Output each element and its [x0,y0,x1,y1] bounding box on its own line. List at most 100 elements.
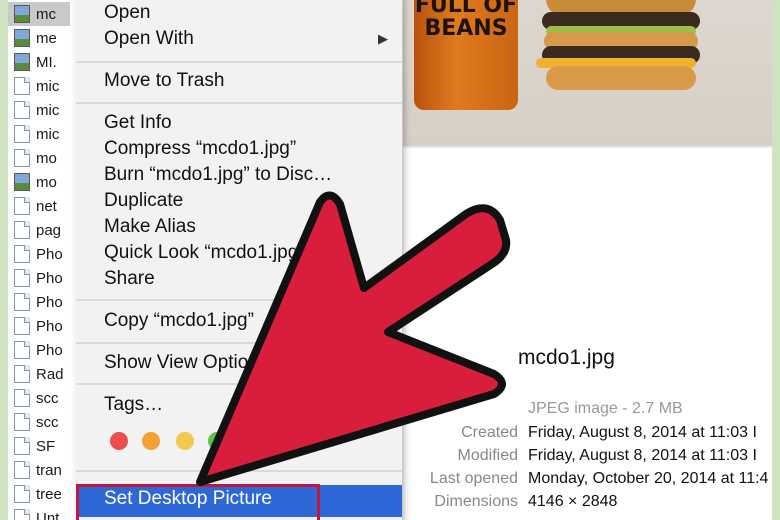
file-list-item[interactable]: Pho [8,314,70,338]
menu-item-compress[interactable]: Compress “mcdo1.jpg” [76,136,402,162]
file-list-item[interactable]: Pho [8,266,70,290]
metadata-value: Monday, October 20, 2014 at 11:4 [528,470,769,487]
file-list-item[interactable]: me [8,26,70,50]
file-list-item[interactable]: scc [8,410,70,434]
menu-separator [76,61,402,63]
file-list: mc me MI. mic mic mic mo mo net pag Pho Pho Pho Pho Ph… [8,0,70,520]
context-menu: Open Open With ▶ Move to Trash Get Info C… [76,0,403,520]
menu-item-label: Tags… [104,394,164,415]
tag-yellow-dot[interactable] [176,432,194,450]
file-list-item[interactable]: tran [8,458,70,482]
menu-item-show-view-options[interactable]: Show View Options [76,350,402,376]
file-list-item[interactable]: scc [8,386,70,410]
menu-separator [76,470,402,472]
submenu-arrow-icon: ▶ [378,31,388,46]
file-name: me [36,29,57,47]
file-name: mo [36,173,57,191]
document-icon [14,101,30,119]
document-icon [14,149,30,167]
menu-separator [76,342,402,344]
menu-item-open[interactable]: Open [76,0,402,26]
image-icon [14,29,30,47]
document-icon [14,269,30,287]
document-icon [14,365,30,383]
file-list-item[interactable]: Pho [8,290,70,314]
document-icon [14,293,30,311]
menu-item-label: Compress “mcdo1.jpg” [104,138,297,159]
file-name: mic [36,77,60,95]
menu-item-share[interactable]: Share ▶ [76,266,402,292]
menu-item-label: Get Info [104,112,172,133]
menu-item-label: Set Desktop Picture [104,488,272,509]
menu-separator [76,383,402,385]
file-list-item[interactable]: net [8,194,70,218]
metadata-label: Modified [457,447,518,464]
file-list-item[interactable]: MI. [8,50,70,74]
document-icon [14,77,30,95]
file-list-item[interactable]: mc [8,2,70,26]
tag-green-dot[interactable] [208,432,226,450]
document-icon [14,389,30,407]
menu-item-label: Duplicate [104,190,184,211]
file-name: mic [36,101,60,119]
menu-item-open-with[interactable]: Open With ▶ [76,26,402,52]
file-name: Pho [36,245,63,263]
menu-item-tags[interactable]: Tags… [76,392,402,418]
file-list-item[interactable]: SF [8,434,70,458]
tag-red-dot[interactable] [110,432,128,450]
file-name: Unt [36,509,60,520]
metadata-label: Dimensions [434,493,518,510]
image-icon [14,53,30,71]
file-name: tree [36,485,62,503]
document-icon [14,437,30,455]
file-name: net [36,197,57,215]
menu-item-duplicate[interactable]: Duplicate [76,188,402,214]
finder-window: mc me MI. mic mic mic mo mo net pag Pho Pho Pho Pho Ph… [8,0,772,520]
metadata-value: 4146 × 2848 [528,493,618,510]
document-icon [14,413,30,431]
file-list-item[interactable]: mo [8,146,70,170]
menu-item-make-alias[interactable]: Make Alias [76,214,402,240]
menu-item-label: Open [104,2,151,23]
file-name: MI. [36,53,57,71]
preview-filename: mcdo1.jpg [518,346,615,369]
preview-image: FULL OF BEANS [396,0,772,146]
metadata-value: Friday, August 8, 2014 at 11:03 I [528,424,757,441]
file-list-item[interactable]: tree [8,482,70,506]
metadata-label: Last opened [429,470,518,487]
menu-item-set-desktop-picture[interactable]: Set Desktop Picture [76,485,402,517]
file-list-item[interactable]: pag [8,218,70,242]
menu-item-quick-look[interactable]: Quick Look “mcdo1.jpg” [76,240,402,266]
preview-divider [396,146,772,148]
metadata-label: Created [461,424,518,441]
file-name: scc [36,413,59,431]
menu-item-label: Make Alias [104,216,196,237]
file-list-item[interactable]: mic [8,122,70,146]
menu-item-copy[interactable]: Copy “mcdo1.jpg” [76,308,402,334]
menu-item-label: Burn “mcdo1.jpg” to Disc… [104,164,333,185]
menu-item-get-info[interactable]: Get Info [76,110,402,136]
submenu-arrow-icon: ▶ [378,271,388,286]
preview-pane: FULL OF BEANS mcdo1.jpg JPEG image - 2.7… [396,0,772,520]
document-icon [14,197,30,215]
file-name: Pho [36,293,63,311]
document-icon [14,125,30,143]
file-list-item[interactable]: Pho [8,338,70,362]
file-list-item[interactable]: Pho [8,242,70,266]
burger-bun-bottom [546,66,696,90]
menu-item-move-to-trash[interactable]: Move to Trash [76,68,402,94]
menu-item-burn[interactable]: Burn “mcdo1.jpg” to Disc… [76,162,402,188]
file-list-item[interactable]: mic [8,98,70,122]
file-list-item[interactable]: Rad [8,362,70,386]
file-name: pag [36,221,62,239]
file-list-item[interactable]: mo [8,170,70,194]
file-name: mo [36,149,57,167]
tag-orange-dot[interactable] [142,432,160,450]
document-icon [14,245,30,263]
coffee-cup: FULL OF BEANS [414,0,518,110]
image-icon [14,173,30,191]
file-list-item[interactable]: mic [8,74,70,98]
menu-separator [76,102,402,104]
file-list-item[interactable]: Unt [8,506,70,520]
document-icon [14,485,30,503]
